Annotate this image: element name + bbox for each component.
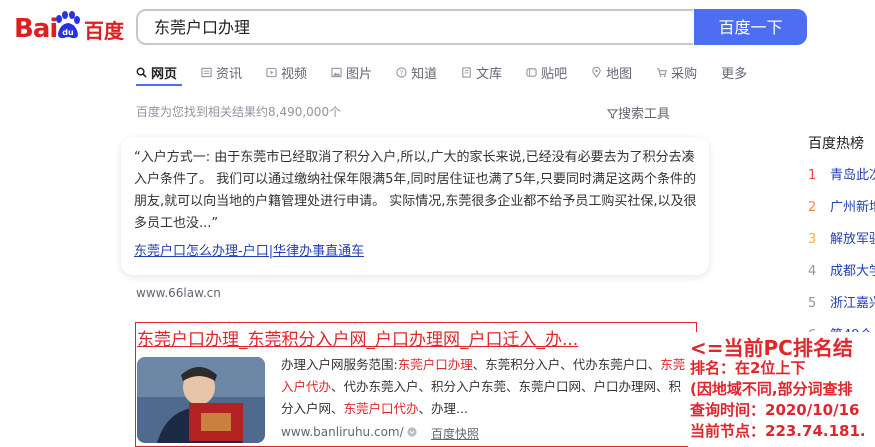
tab-web[interactable]: 网页: [136, 62, 177, 82]
ranking-overlay: <=当前PC排名结 排名：在2位上下 (因地域不同,部分词查排 查询时间：202…: [688, 332, 875, 447]
tab-label: 网页: [151, 66, 178, 82]
hot-item[interactable]: 5 浙江嘉兴: [808, 292, 875, 311]
hot-rank: 4: [808, 264, 817, 279]
hot-rank: 1: [808, 168, 817, 183]
hot-list-title: 百度热榜: [808, 136, 864, 152]
video-icon: [266, 67, 277, 77]
tab-label: 贴吧: [541, 66, 568, 82]
tab-label: 知道: [411, 66, 438, 82]
desc-text: 、东莞积分入户、代办东莞户口、: [472, 357, 661, 372]
cart-icon: [657, 67, 667, 77]
result-count: 百度为您找到相关结果约8,490,000个: [136, 105, 342, 119]
desc-keyword: 东莞户口办理: [397, 357, 473, 372]
card-source-link[interactable]: 东莞户口怎么办理-户口|华律办事直通车: [134, 240, 364, 259]
rank-line: (因地域不同,部分词查排: [690, 380, 853, 398]
tab-purchase[interactable]: 采购: [656, 62, 697, 82]
card-excerpt: “入户方式一: 由于东莞市已经取消了积分入户,所以,广大的家长来说,已经没有必要…: [134, 150, 697, 231]
baidu-paw-icon: du: [56, 11, 80, 39]
result-thumbnail[interactable]: [137, 357, 265, 443]
search-icon: [136, 67, 147, 78]
hot-item-text: 广州新增: [830, 200, 875, 215]
tab-wenku[interactable]: 文库: [461, 62, 502, 82]
search-tools-label: 搜索工具: [618, 107, 671, 122]
tab-label: 更多: [721, 66, 748, 82]
hot-item-text: 解放军驻: [830, 232, 875, 247]
title-keyword: 东莞户口办理: [137, 330, 239, 350]
svg-text:?: ?: [400, 68, 404, 77]
result-description: 办理入户网服务范围:东莞户口办理、东莞积分入户、代办东莞户口、东莞入户代办、代办…: [281, 354, 691, 420]
tab-label: 视频: [281, 66, 308, 82]
news-icon: [201, 67, 212, 77]
hot-item-text: 浙江嘉兴: [830, 296, 875, 311]
rank-line: 当前节点：223.74.181.: [690, 422, 866, 440]
active-tab-indicator: [136, 84, 182, 86]
hot-rank: 2: [808, 200, 817, 215]
title-rest: _东莞积分入户网_户口办理网_户口迁入_办...: [239, 330, 579, 350]
tab-tieba[interactable]: 贴吧: [526, 62, 567, 82]
hot-item[interactable]: 4 成都大学: [808, 260, 875, 279]
desc-text: 、代办东莞入户、积分入户东莞、东莞户口网、户口办理网、: [331, 379, 669, 394]
rank-line: 查询时间：2020/10/16: [690, 401, 860, 419]
question-icon: ?: [396, 66, 407, 78]
site-text: www.banliruhu.com/: [281, 425, 404, 439]
desc-text: 办理入户网服务范围:: [281, 357, 398, 372]
tab-news[interactable]: 资讯: [201, 62, 242, 82]
rank-line: 排名：在2位上下: [690, 359, 806, 377]
tab-label: 文库: [476, 66, 503, 82]
hot-rank: 3: [808, 232, 817, 247]
logo-bai-text[interactable]: Bai: [14, 14, 58, 44]
hot-rank: 5: [808, 296, 817, 311]
result-site-url[interactable]: www.banliruhu.com/: [281, 425, 418, 439]
hot-item[interactable]: 1 青岛此次: [808, 164, 875, 183]
hot-item[interactable]: 3 解放军驻: [808, 228, 875, 247]
map-icon: [592, 66, 601, 78]
tab-images[interactable]: 图片: [331, 62, 372, 82]
svg-text:du: du: [62, 28, 74, 37]
filter-icon: [606, 109, 619, 119]
search-input[interactable]: [152, 11, 676, 45]
snapshot-link[interactable]: 百度快照: [431, 425, 479, 442]
result-site-url[interactable]: www.66law.cn: [136, 286, 221, 300]
hot-item-text: 青岛此次: [830, 168, 875, 183]
tab-map[interactable]: 地图: [591, 62, 632, 82]
tab-zhidao[interactable]: ? 知道: [396, 62, 437, 82]
tab-label: 采购: [671, 66, 698, 82]
search-tabs: 网页 资讯 视频 图片 ? 知道 文库 贴吧 地图 采购 更多: [136, 62, 771, 82]
search-button[interactable]: 百度一下: [694, 9, 807, 45]
desc-keyword: 东莞户口代办: [343, 401, 419, 416]
tab-label: 图片: [346, 66, 373, 82]
hot-item[interactable]: 2 广州新增: [808, 196, 875, 215]
chevron-down-icon: [407, 427, 418, 437]
desc-text: 、办理...: [418, 401, 468, 416]
answer-card: “入户方式一: 由于东莞市已经取消了积分入户,所以,广大的家长来说,已经没有必要…: [121, 137, 709, 275]
hot-item-text: 成都大学: [830, 264, 875, 279]
doc-icon: [462, 66, 471, 78]
tab-label: 地图: [606, 66, 633, 82]
search-box[interactable]: [136, 9, 693, 45]
tab-more[interactable]: 更多: [721, 62, 747, 82]
tab-label: 资讯: [216, 66, 243, 82]
image-icon: [331, 67, 342, 77]
result-title-link[interactable]: 东莞户口办理_东莞积分入户网_户口办理网_户口迁入_办...: [137, 325, 578, 350]
search-tools-button[interactable]: 搜索工具: [606, 103, 671, 122]
logo-chinese-text[interactable]: 百度: [84, 15, 124, 44]
tab-video[interactable]: 视频: [266, 62, 307, 82]
tieba-icon: [526, 67, 537, 77]
